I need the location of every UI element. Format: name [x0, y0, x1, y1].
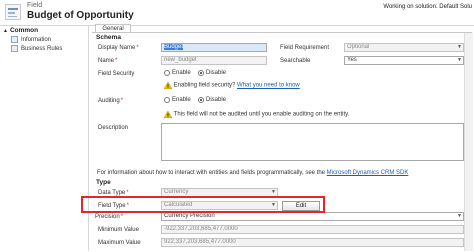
required-asterisk: * [120, 214, 124, 220]
warning-icon [163, 81, 173, 90]
minimum-value-label: Minimum Value [98, 227, 139, 233]
description-label: Description [98, 125, 129, 131]
sdk-note: For information about how to interact wi… [97, 170, 409, 176]
information-icon [11, 36, 18, 43]
field-requirement-select[interactable]: Optional ▼ [344, 43, 464, 52]
nav-section-label: Common [9, 27, 39, 34]
page-title: Budget of Opportunity [27, 10, 134, 21]
crm-sdk-link[interactable]: Microsoft Dynamics CRM SDK [327, 170, 409, 176]
maximum-value-label: Maximum Value [98, 240, 141, 246]
auditing-note: This field will not be audited until you… [163, 110, 349, 119]
required-asterisk: * [120, 98, 124, 104]
entity-kind-label: Field [27, 2, 43, 9]
chevron-down-icon: ▼ [457, 44, 462, 50]
minimum-value-field[interactable]: -922,337,203,685,477.0000 [161, 225, 464, 234]
solution-info: Working on solution: Default Solu [383, 4, 472, 10]
field-icon [5, 4, 21, 20]
auditing-disable[interactable]: Disable [198, 97, 226, 104]
collapse-triangle-icon: ▲ [3, 28, 8, 34]
schema-section-title: Schema [96, 34, 121, 41]
form-content: Schema Display Name* Budget Field Requir… [92, 32, 472, 252]
radio-button-selected[interactable] [198, 70, 204, 76]
display-name-field[interactable]: Budget [161, 43, 267, 52]
precision-label: Precision* [95, 214, 124, 220]
radio-button-selected[interactable] [198, 97, 204, 103]
description-field[interactable] [161, 123, 464, 161]
radio-button[interactable] [164, 97, 170, 103]
warning-icon [163, 110, 173, 119]
left-navigation: ▲ Common Information Business Rules [0, 26, 89, 251]
field-security-disable[interactable]: Disable [198, 70, 226, 77]
required-asterisk: * [136, 45, 139, 51]
vertical-scrollbar[interactable] [464, 33, 473, 251]
chevron-down-icon: ▼ [271, 189, 276, 195]
what-you-need-to-know-link[interactable]: What you need to know [237, 83, 300, 89]
nav-item-label: Information [21, 36, 52, 43]
required-asterisk: * [115, 58, 118, 64]
business-rules-icon [11, 45, 18, 52]
radio-button[interactable] [164, 70, 170, 76]
field-security-enable[interactable]: Enable [164, 70, 191, 77]
field-security-label: Field Security [98, 71, 135, 77]
header-bar: Field Budget of Opportunity Working on s… [0, 0, 474, 26]
highlight-box [81, 196, 325, 213]
type-section-title: Type [96, 179, 111, 186]
chevron-down-icon: ▼ [457, 213, 462, 219]
name-field[interactable]: new_budget [161, 56, 267, 65]
field-security-note: Enabling field security? What you need t… [163, 81, 300, 90]
auditing-label: Auditing* [98, 98, 124, 104]
precision-select[interactable]: Currency Precision ▼ [161, 212, 464, 221]
nav-section-common[interactable]: ▲ Common [3, 27, 38, 34]
nav-item-business-rules[interactable]: Business Rules [11, 45, 62, 52]
maximum-value-field[interactable]: 922,337,203,685,477.0000 [161, 238, 464, 247]
display-name-label: Display Name* [98, 45, 139, 51]
chevron-down-icon: ▼ [457, 57, 462, 63]
nav-item-label: Business Rules [21, 45, 63, 52]
auditing-enable[interactable]: Enable [164, 97, 191, 104]
name-label: Name* [98, 58, 118, 64]
field-requirement-label: Field Requirement [280, 45, 330, 51]
searchable-select[interactable]: Yes ▼ [344, 56, 464, 65]
searchable-label: Searchable [280, 58, 311, 64]
nav-item-information[interactable]: Information [11, 36, 51, 43]
